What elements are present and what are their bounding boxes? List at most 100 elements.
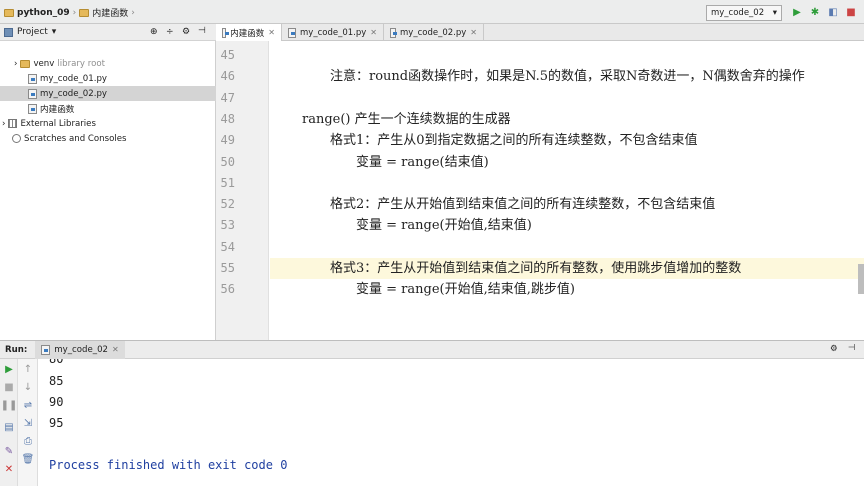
python-file-icon xyxy=(41,344,51,355)
output-line: 80 xyxy=(49,359,64,366)
locate-icon[interactable]: ⊕ xyxy=(150,27,158,37)
tab-label: 内建函数 xyxy=(230,28,265,39)
tree-item-label: 内建函数 xyxy=(40,104,75,115)
library-icon xyxy=(8,119,18,128)
layout-icon[interactable]: ▤ xyxy=(3,421,15,433)
tab-label: my_code_02.py xyxy=(400,27,467,38)
tree-item-builtins[interactable]: 内建函数 xyxy=(0,101,216,116)
code-line: range() 产生一个连续数据的生成器 xyxy=(302,111,511,127)
python-file-icon xyxy=(28,73,37,84)
stop-icon[interactable]: ■ xyxy=(3,381,15,393)
chevron-right-icon: › xyxy=(131,7,135,18)
pin-icon[interactable]: ✎ xyxy=(3,445,15,457)
run-toolbar-secondary: ↑ ↓ ⇌ ⇲ ⎙ 🗑 xyxy=(18,359,38,486)
breadcrumb-project[interactable]: python_09 xyxy=(17,8,70,18)
folder-icon xyxy=(20,59,31,68)
run-toolbar: ▶ ■ ❚❚ ▤ ✎ ✕ xyxy=(0,359,18,486)
tree-item-label: External Libraries xyxy=(20,118,96,129)
line-number: 50 xyxy=(220,154,235,169)
line-number: 45 xyxy=(220,48,235,62)
tree-item-suffix: library root xyxy=(57,58,105,69)
line-number: 47 xyxy=(220,90,235,105)
code-line: 注意：round函数操作时，如果是N.5的数值，采取N奇数进一，N偶数舍弃的操作 xyxy=(330,69,805,85)
run-config-select[interactable]: my_code_02 ▾ xyxy=(706,5,782,21)
tree-item-venv[interactable]: › venv library root xyxy=(0,56,216,71)
tab-builtins[interactable]: 内建函数 ✕ xyxy=(216,24,282,41)
gear-icon[interactable]: ⚙ xyxy=(830,344,838,354)
trash-icon[interactable]: 🗑 xyxy=(22,453,35,465)
tree-item-my-code-02[interactable]: my_code_02.py xyxy=(0,86,216,101)
editor-scrollbar-thumb[interactable] xyxy=(858,264,864,294)
run-tab-label: my_code_02 xyxy=(54,344,109,355)
arrow-up-icon[interactable]: ↑ xyxy=(22,363,34,375)
output-line: 95 xyxy=(49,416,64,430)
line-number: 53 xyxy=(220,218,235,233)
arrow-down-icon[interactable]: ↓ xyxy=(22,381,34,393)
stop-icon[interactable]: ■ xyxy=(844,5,858,19)
output-line: 85 xyxy=(49,374,64,388)
debug-icon[interactable]: ✱ xyxy=(808,5,822,19)
breadcrumb: python_09 › 内建函数 › xyxy=(4,6,135,19)
folder-icon xyxy=(4,8,14,17)
code-line: 格式3：产生从开始值到结束值之间的所有整数，使用跳步值增加的整数 xyxy=(270,258,864,279)
navigation-bar: python_09 › 内建函数 › my_code_02 ▾ ▶ ✱ ◧ ■ xyxy=(0,0,864,24)
coverage-icon[interactable]: ◧ xyxy=(826,5,840,19)
run-panel-header: Run: my_code_02 ✕ ⚙ ⊣ xyxy=(0,340,864,359)
run-tab[interactable]: my_code_02 ✕ xyxy=(35,340,125,359)
print-icon[interactable]: ⎙ xyxy=(22,435,34,447)
hide-icon[interactable]: ⊣ xyxy=(198,26,206,36)
breadcrumb-folder[interactable]: 内建函数 xyxy=(92,6,128,19)
line-number: 49 xyxy=(220,133,235,148)
tree-item-scratches[interactable]: Scratches and Consoles xyxy=(0,131,216,146)
code-line: 格式1：产生从0到指定数据之间的所有连续整数，不包含结束值 xyxy=(330,133,698,149)
close-icon[interactable]: ✕ xyxy=(470,28,477,37)
project-icon xyxy=(4,27,13,37)
tree-item-external-libraries[interactable]: › External Libraries xyxy=(0,116,216,131)
close-icon[interactable]: ✕ xyxy=(268,28,275,37)
tree-item-label: my_code_01.py xyxy=(40,73,107,84)
project-panel-title[interactable]: Project xyxy=(17,27,48,37)
line-number: 51 xyxy=(220,175,235,190)
chevron-down-icon[interactable]: ▾ xyxy=(52,27,57,37)
close-icon[interactable]: ✕ xyxy=(112,345,119,354)
project-tree: › venv library root my_code_01.py my_cod… xyxy=(0,41,216,340)
file-icon xyxy=(222,27,230,38)
output-line: 90 xyxy=(49,395,64,409)
gear-icon[interactable]: ⚙ xyxy=(182,27,190,37)
code-line: 变量 = range(开始值,结束值,跳步值) xyxy=(356,282,575,298)
pause-icon[interactable]: ❚❚ xyxy=(1,399,18,411)
project-panel-header: Project ▾ ⊕ ÷ ⚙ ⊣ xyxy=(0,24,216,41)
collapse-icon[interactable]: ÷ xyxy=(166,27,174,37)
code-editor[interactable]: 注意：round函数操作时，如果是N.5的数值，采取N奇数进一，N偶数舍弃的操作… xyxy=(216,41,864,340)
chevron-right-icon[interactable]: › xyxy=(14,59,17,69)
run-icon[interactable]: ▶ xyxy=(790,5,804,19)
chevron-down-icon: ▾ xyxy=(772,8,777,18)
close-icon[interactable]: ✕ xyxy=(3,463,15,475)
folder-icon xyxy=(79,8,90,17)
process-finished-text: Process finished with exit code 0 xyxy=(49,458,288,472)
tree-item-my-code-01[interactable]: my_code_01.py xyxy=(0,71,216,86)
code-line: 格式2：产生从开始值到结束值之间的所有连续整数，不包含结束值 xyxy=(330,197,716,213)
scroll-to-end-icon[interactable]: ⇲ xyxy=(22,417,34,429)
chevron-right-icon[interactable]: › xyxy=(2,119,5,129)
tab-my-code-01[interactable]: my_code_01.py ✕ xyxy=(282,24,384,41)
file-icon xyxy=(28,103,37,114)
hide-icon[interactable]: ⊣ xyxy=(848,343,856,353)
run-panel-label: Run: xyxy=(5,344,28,355)
line-number: 54 xyxy=(220,239,235,254)
soft-wrap-icon[interactable]: ⇌ xyxy=(22,399,34,411)
editor-tab-bar: 内建函数 ✕ my_code_01.py ✕ my_code_02.py ✕ xyxy=(216,24,864,41)
tree-item-label: venv xyxy=(33,58,55,69)
tab-label: my_code_01.py xyxy=(300,27,367,38)
python-file-icon xyxy=(288,27,297,38)
python-file-icon xyxy=(28,88,37,99)
python-file-icon xyxy=(390,27,398,38)
code-line: 变量 = range(开始值,结束值) xyxy=(356,218,532,234)
console-output[interactable]: 80 85 90 95 Process finished with exit c… xyxy=(38,359,864,486)
close-icon[interactable]: ✕ xyxy=(370,28,377,37)
tab-my-code-02[interactable]: my_code_02.py ✕ xyxy=(384,24,484,41)
rerun-icon[interactable]: ▶ xyxy=(3,363,15,375)
chevron-right-icon: › xyxy=(72,7,77,18)
